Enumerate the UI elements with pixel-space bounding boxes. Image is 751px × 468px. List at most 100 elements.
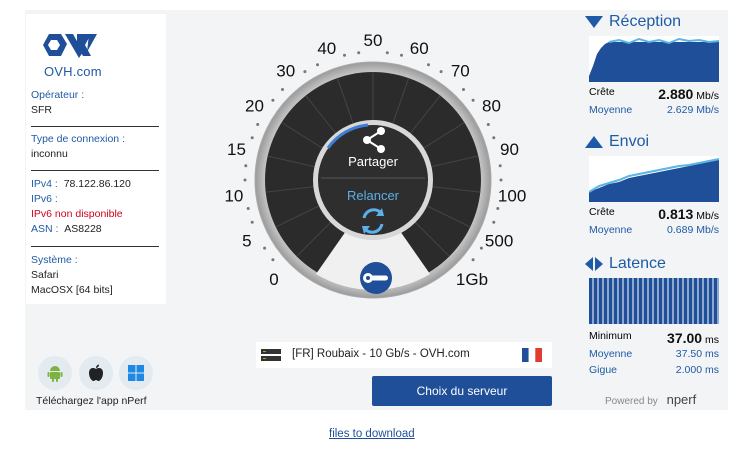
gauge-tick-label: 90 [500,140,519,159]
gauge-tick-dot [303,70,307,74]
logo-text: OVH.com [44,64,102,79]
speedtest-app: OVH.com Opérateur : SFR Type de connexio… [0,0,751,468]
gauge-tick-label: 20 [245,97,264,116]
gauge-tick-dot [256,123,260,126]
server-icon [261,349,281,361]
powered-by: Powered by nperf [605,392,696,407]
envoi-peak-label: Crête [589,206,615,218]
reception-avg-value: 2.629 Mb/s [667,104,719,116]
asn-label: ASN : [31,223,59,235]
gauge-tick-label: 30 [276,62,295,81]
apple-icon [89,364,103,381]
share-label: Partager [348,154,399,169]
gauge-tick-dot [250,220,254,224]
android-app-button[interactable] [38,356,72,390]
gauge-tick-label: 10 [224,187,243,206]
latence-graph [589,278,719,324]
gauge-tick-dot [316,63,319,67]
latence-min-label: Minimum [589,330,632,342]
gauge-tick-dot [471,98,475,102]
asn-value: AS8228 [64,223,102,235]
system-label: Système : [31,254,78,266]
gauge-tick-dot [357,51,361,55]
envoi-peak-value: 0.813 [658,206,694,222]
latence-title-text: Latence [609,255,666,272]
divider [31,126,159,127]
gauge-tick-dot [246,207,250,210]
gauge-tick-dot [498,164,502,168]
envoi-avg-label: Moyenne [589,224,633,236]
server-selector[interactable]: [FR] Roubaix - 10 Gb/s - OVH.com [256,342,552,368]
windows-app-button[interactable] [119,356,153,390]
ios-app-button[interactable] [79,356,113,390]
connection-info: OVH.com Opérateur : SFR Type de connexio… [26,14,166,304]
gauge-tick-dot [427,63,430,67]
reception-title: Réception [585,13,681,31]
gauge-tick-label: 15 [227,140,246,159]
gauge-tick-dot [492,136,496,140]
nperf-logo[interactable]: nperf [667,392,697,407]
gauge-tick-label: 100 [498,187,526,206]
gauge-tick-label: 1Gb [456,270,488,289]
reception-graph [589,36,719,82]
envoi-peak-unit: Mb/s [696,210,719,222]
powered-label: Powered by [605,396,658,407]
gauge-tick-dot [496,207,500,210]
envoi-avg-row: Moyenne 0.689 Mb/s [589,224,719,238]
latence-avg-value: 37.50 ms [675,348,719,360]
app-download-caption: Téléchargez l'app nPerf [36,395,147,407]
gauge-tick-dot [486,123,490,126]
gauge-tick-dot [439,70,443,74]
latence-min-value: 37.00 [667,330,703,346]
gauge-tick-label: 70 [451,62,470,81]
latence-avg-row: Moyenne 37.50 ms [589,348,719,362]
connection-type-value: inconnu [31,148,68,160]
divider [31,246,159,247]
gauge-tick-dot [471,258,475,262]
connection-type-label: Type de connexion : [31,133,125,145]
windows-icon [128,365,144,381]
gauge-tick-dot [479,246,483,250]
reception-peak-label: Crête [589,86,615,98]
france-flag-icon [522,348,542,362]
operator-label: Opérateur : [31,89,85,101]
settings-button[interactable] [360,262,392,294]
gauge-tick-dot [385,51,389,55]
envoi-avg-value: 0.689 Mb/s [667,224,719,236]
envoi-peak-row: Crête 0.813 Mb/s [589,206,719,222]
system-browser: Safari [31,269,59,281]
upload-arrow-icon [585,136,603,148]
latence-min-row: Minimum 37.00 ms [589,330,719,346]
gauge-tick-dot [263,246,267,250]
restart-label: Relancer [347,188,400,203]
latence-jitter-label: Gigue [589,364,618,376]
reception-title-text: Réception [609,13,682,30]
gauge-tick-label: 500 [485,232,513,251]
gauge-tick-dot [343,53,346,57]
gauge-tick-dot [462,88,465,91]
reception-avg-label: Moyenne [589,104,633,116]
reception-peak-value: 2.880 [658,86,694,102]
operator-block: Opérateur : SFR [31,88,159,118]
latence-jitter-value: 2.000 ms [675,364,719,376]
gauge-tick-label: 0 [269,270,278,289]
system-block: Système : Safari MacOSX [64 bits] [31,253,159,298]
latence-jitter-row: Gigue 2.000 ms [589,364,719,378]
gauge-tick-label: 40 [317,39,336,58]
speed-gauge: Partager Relancer 05 10 15 20 30 40 50 60 70 80 90… [224,31,526,299]
ipv6-label: IPv6 : [31,193,58,205]
envoi-title-text: Envoi [609,133,650,150]
gauge-tick-dot [271,258,275,262]
envoi-title: Envoi [585,133,649,151]
system-os: MacOSX [64 bits] [31,284,113,296]
gauge-tick-label: 50 [364,31,383,50]
gauge-tick-label: 5 [242,232,251,251]
files-to-download-link[interactable]: files to download [329,428,415,440]
choose-server-button[interactable]: Choix du serveur [372,376,552,406]
gauge-tick-dot [281,88,284,91]
gauge-tick-label: 80 [482,97,501,116]
ipv4-value: 78.122.86.120 [63,178,131,190]
gauge-tick-dot [492,220,496,224]
connection-type-block: Type de connexion : inconnu [31,132,159,162]
gauge-tick-dot [400,53,403,57]
